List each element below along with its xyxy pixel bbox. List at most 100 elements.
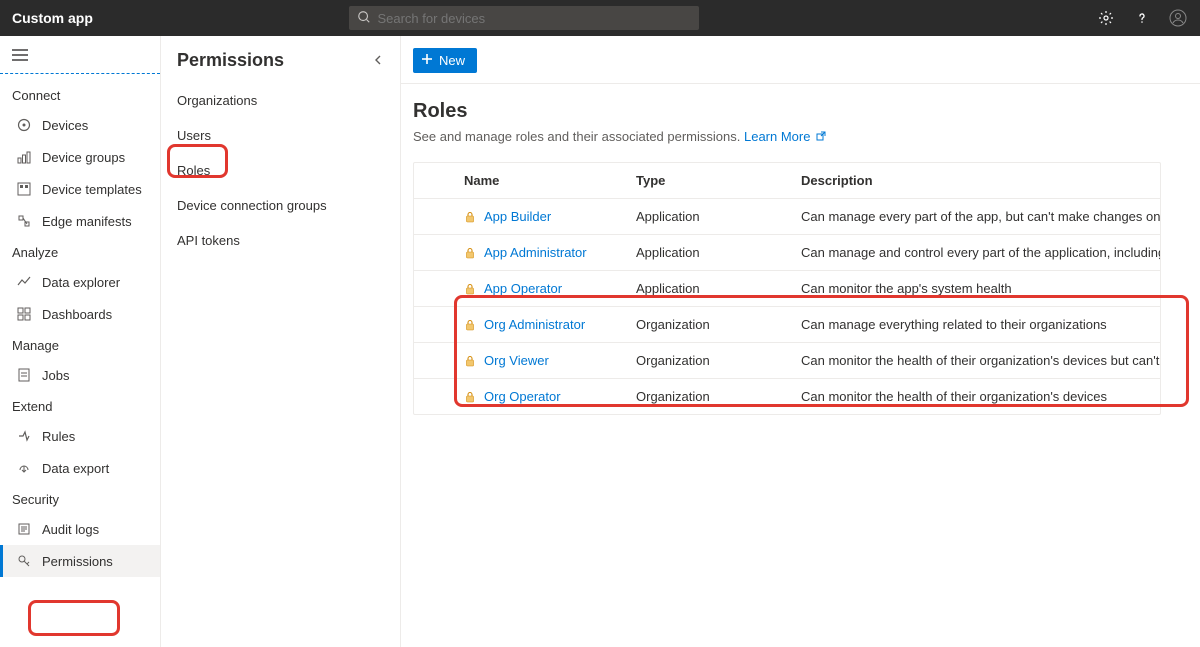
main-inner: Roles See and manage roles and their ass… [401,84,1200,415]
lock-icon [464,355,476,367]
lock-icon [464,211,476,223]
subpanel: Permissions Organizations Users Roles De… [161,36,401,647]
sub-item-api-tokens[interactable]: API tokens [161,223,400,258]
table-body: App Builder Application Can manage every… [414,199,1160,414]
search-input[interactable] [377,11,691,26]
table-row[interactable]: App Administrator Application Can manage… [414,235,1160,271]
nav-item-label: Devices [42,118,88,133]
sub-item-device-connection-groups[interactable]: Device connection groups [161,188,400,223]
nav-item-label: Rules [42,429,75,444]
nav-divider [0,73,160,74]
table-row[interactable]: Org Administrator Organization Can manag… [414,307,1160,343]
device-groups-icon [16,149,32,165]
data-explorer-icon [16,274,32,290]
sidebar: Connect Devices Device groups Device tem… [0,36,161,647]
main-content: New Roles See and manage roles and their… [401,36,1200,647]
th-name[interactable]: Name [414,163,624,198]
nav-item-dashboards[interactable]: Dashboards [0,298,160,330]
nav-item-devices[interactable]: Devices [0,109,160,141]
lock-icon [464,391,476,403]
lock-icon [464,247,476,259]
sub-item-roles[interactable]: Roles [161,153,400,188]
nav-item-edge-manifests[interactable]: Edge manifests [0,205,160,237]
nav-item-label: Data export [42,461,109,476]
nav-section-analyze: Analyze [0,237,160,266]
search-icon [357,10,377,27]
roles-table: Name Type Description App Builder Applic… [413,162,1161,415]
nav-item-label: Audit logs [42,522,99,537]
role-link[interactable]: App Administrator [484,245,587,260]
role-description: Can monitor the health of their organiza… [789,343,1160,378]
nav-item-label: Edge manifests [42,214,132,229]
table-row[interactable]: Org Operator Organization Can monitor th… [414,379,1160,414]
nav-item-data-explorer[interactable]: Data explorer [0,266,160,298]
hamburger-menu[interactable] [0,44,160,73]
search-box[interactable] [349,6,699,30]
rules-icon [16,428,32,444]
lock-icon [464,283,476,295]
nav-item-label: Permissions [42,554,113,569]
table-row[interactable]: Org Viewer Organization Can monitor the … [414,343,1160,379]
th-description[interactable]: Description [789,163,1160,198]
subpanel-list: Organizations Users Roles Device connect… [161,83,400,258]
topbar-actions [1096,8,1188,28]
app-title: Custom app [12,10,93,26]
table-row[interactable]: App Operator Application Can monitor the… [414,271,1160,307]
nav-item-rules[interactable]: Rules [0,420,160,452]
new-button-label: New [439,53,465,68]
role-type: Organization [624,379,789,414]
learn-more-link[interactable]: Learn More [744,129,810,144]
role-link[interactable]: Org Administrator [484,317,585,332]
data-export-icon [16,460,32,476]
account-icon[interactable] [1168,8,1188,28]
page-description: See and manage roles and their associate… [413,129,1200,144]
settings-icon[interactable] [1096,8,1116,28]
table-row[interactable]: App Builder Application Can manage every… [414,199,1160,235]
role-type: Organization [624,307,789,342]
layout: Connect Devices Device groups Device tem… [0,36,1200,647]
table-header: Name Type Description [414,163,1160,199]
nav-item-label: Data explorer [42,275,120,290]
role-description: Can monitor the health of their organiza… [789,379,1160,414]
th-type[interactable]: Type [624,163,789,198]
role-type: Organization [624,343,789,378]
subpanel-title: Permissions [177,50,284,71]
top-bar: Custom app [0,0,1200,36]
nav-item-device-groups[interactable]: Device groups [0,141,160,173]
collapse-subpanel-icon[interactable] [372,50,384,71]
nav-item-data-export[interactable]: Data export [0,452,160,484]
nav-item-label: Device templates [42,182,142,197]
dashboards-icon [16,306,32,322]
nav-section-manage: Manage [0,330,160,359]
page-description-text: See and manage roles and their associate… [413,129,740,144]
role-link[interactable]: Org Viewer [484,353,549,368]
role-link[interactable]: App Builder [484,209,551,224]
sub-item-users[interactable]: Users [161,118,400,153]
role-link[interactable]: App Operator [484,281,562,296]
audit-logs-icon [16,521,32,537]
devices-icon [16,117,32,133]
edge-manifests-icon [16,213,32,229]
nav-item-audit-logs[interactable]: Audit logs [0,513,160,545]
role-type: Application [624,235,789,270]
nav-section-connect: Connect [0,80,160,109]
sub-item-organizations[interactable]: Organizations [161,83,400,118]
hamburger-icon [12,48,28,62]
page-title: Roles [413,100,1200,123]
role-description: Can manage everything related to their o… [789,307,1160,342]
lock-icon [464,319,476,331]
nav-item-jobs[interactable]: Jobs [0,359,160,391]
new-button[interactable]: New [413,48,477,73]
nav-item-device-templates[interactable]: Device templates [0,173,160,205]
nav-item-permissions[interactable]: Permissions [0,545,160,577]
subpanel-header: Permissions [161,36,400,83]
device-templates-icon [16,181,32,197]
role-link[interactable]: Org Operator [484,389,561,404]
role-type: Application [624,199,789,234]
role-description: Can manage every part of the app, but ca… [789,199,1160,234]
help-icon[interactable] [1132,8,1152,28]
role-type: Application [624,271,789,306]
plus-icon [421,53,433,68]
toolbar: New [401,48,1200,83]
nav-item-label: Dashboards [42,307,112,322]
